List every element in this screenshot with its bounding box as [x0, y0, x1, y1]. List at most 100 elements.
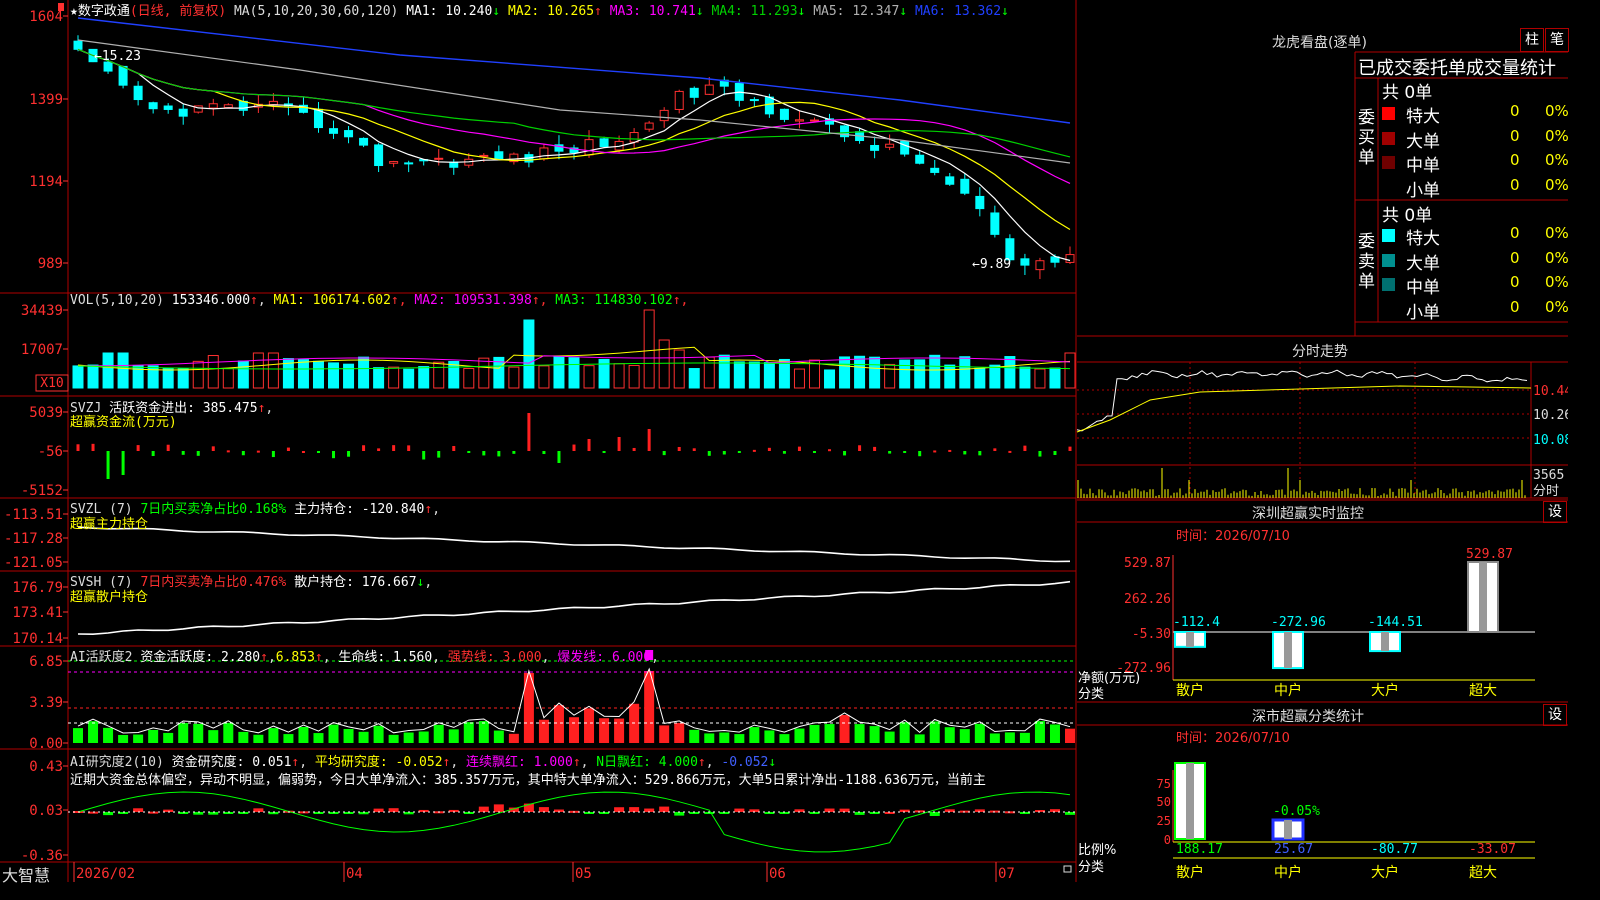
candle-body	[689, 87, 699, 98]
ai1-bar	[974, 723, 985, 743]
pen-view-button[interactable]: 笔	[1545, 28, 1569, 52]
ma-value-1: MA1: 10.240↓	[406, 4, 508, 19]
intraday-tick: 10.44	[1533, 384, 1568, 399]
volume-bar	[568, 357, 580, 389]
ai2-bar	[674, 812, 685, 816]
candle-body	[584, 139, 594, 156]
y-tick-label: -113.51	[4, 507, 63, 523]
candle-body	[749, 99, 759, 102]
bar-view-button[interactable]: 柱	[1520, 28, 1544, 52]
stock-name[interactable]: 数字政通	[78, 4, 130, 19]
candle-body	[434, 157, 444, 160]
svzj-bar	[692, 448, 696, 451]
candle-body	[148, 102, 158, 110]
ai1-bar	[1049, 724, 1060, 743]
ai1-bar	[403, 732, 414, 743]
svzj-bar	[587, 439, 591, 451]
monitor-settings-button[interactable]: 设	[1543, 501, 1567, 523]
svsh-sub: 超赢散户持仓	[70, 590, 149, 605]
ai1-bar	[88, 721, 99, 743]
sell-row-pct: 0%	[1545, 273, 1569, 291]
monitor-category: 散户	[1176, 682, 1204, 699]
candle-body	[915, 154, 925, 164]
volume-bar	[628, 364, 640, 389]
ai1-bar	[719, 732, 730, 743]
star-icon[interactable]: ★	[70, 4, 78, 19]
buy-row-swatch	[1382, 107, 1395, 120]
volume-bar	[1019, 366, 1031, 389]
monitor-category: 大户	[1371, 682, 1399, 699]
candle-body	[779, 108, 789, 120]
buy-row-name: 中单	[1406, 156, 1440, 176]
svzj-bar	[1038, 451, 1042, 457]
ai1-bar	[313, 733, 324, 743]
svzj-bar	[812, 451, 816, 453]
low-marker: ←9.89	[972, 257, 1011, 272]
y-tick-label: 6.85	[29, 654, 63, 670]
ai2-bar	[644, 808, 655, 812]
svzj-bar	[828, 449, 832, 452]
ai1-bar	[704, 733, 715, 743]
class-tick: 0	[1164, 833, 1171, 847]
svzj-bar	[858, 445, 862, 451]
y-tick-label: -5152	[21, 483, 63, 499]
ai2-bar	[839, 808, 850, 812]
ma-value-2: MA2: 10.265↑	[507, 4, 610, 19]
ai1-bar	[493, 730, 504, 743]
candle-body	[704, 84, 714, 95]
ai2-arrow-a: ↑	[442, 755, 451, 770]
svzj-bar	[256, 450, 260, 453]
buy-row-swatch	[1382, 180, 1395, 194]
x-axis-label: 07	[998, 866, 1015, 882]
y-tick-label: 173.41	[12, 605, 63, 621]
intraday-tick: 10.08	[1533, 433, 1568, 448]
svzj-bar	[271, 451, 275, 458]
ai2-bar	[253, 808, 264, 812]
ai1-bars	[73, 671, 1075, 743]
candle-body	[1035, 260, 1045, 271]
svzj-bar	[316, 451, 320, 453]
x-axis-label: 06	[769, 866, 786, 882]
x-axis-label: 2026/02	[76, 866, 135, 882]
svzj-bar	[767, 447, 771, 451]
ai1-bar	[193, 723, 204, 743]
svzj-bar	[332, 451, 336, 459]
vol-title: VOL(5,10,20)	[70, 293, 164, 308]
svzj-bar	[166, 444, 170, 451]
volume-bar	[914, 359, 926, 389]
volume-bar	[763, 362, 775, 389]
period-mode[interactable]: (日线, 前复权)	[130, 4, 226, 19]
candle-body	[659, 109, 669, 122]
volume-bar	[824, 369, 836, 389]
ai1-bar	[734, 734, 745, 743]
ai1-burst: 爆发线: 6.000	[557, 650, 652, 665]
monitor-xlabel: 分类	[1078, 687, 1105, 702]
candle-body	[809, 119, 819, 122]
intraday-tick: 10.26	[1533, 408, 1568, 423]
volume-bar	[403, 368, 415, 389]
ai2-arrow-n: ↑	[697, 755, 706, 770]
monitor-value: -272.96	[1271, 615, 1326, 630]
vol-value: 153346.000	[171, 293, 251, 308]
class-category: 中户	[1274, 864, 1302, 881]
intraday-unit: 分时	[1533, 484, 1559, 499]
svzj-bar	[422, 451, 426, 460]
ma-line-5	[77, 39, 1071, 164]
main-header: ★数字政通(日线, 前复权) MA(5,10,20,30,60,120) MA1…	[70, 0, 1009, 19]
ai1-bar	[614, 718, 625, 743]
svzj-bar	[211, 446, 215, 451]
class-xlabel: 分类	[1078, 860, 1105, 875]
class-settings-button[interactable]: 设	[1543, 704, 1567, 726]
ai1-value: 2.280	[220, 650, 261, 665]
candle-body	[118, 65, 128, 86]
svzj-bar	[948, 449, 952, 452]
monitor-bar-shade	[1284, 632, 1292, 669]
svzj-bar	[347, 451, 351, 457]
volume-bar	[252, 352, 264, 389]
svzj-bar	[452, 445, 456, 451]
svzj-bar	[181, 451, 185, 455]
ai1-life-label: 生命线:	[338, 650, 386, 665]
y-tick-label: 34439	[21, 303, 63, 319]
ai1-bar	[328, 724, 339, 743]
svzj-bar	[151, 451, 155, 457]
